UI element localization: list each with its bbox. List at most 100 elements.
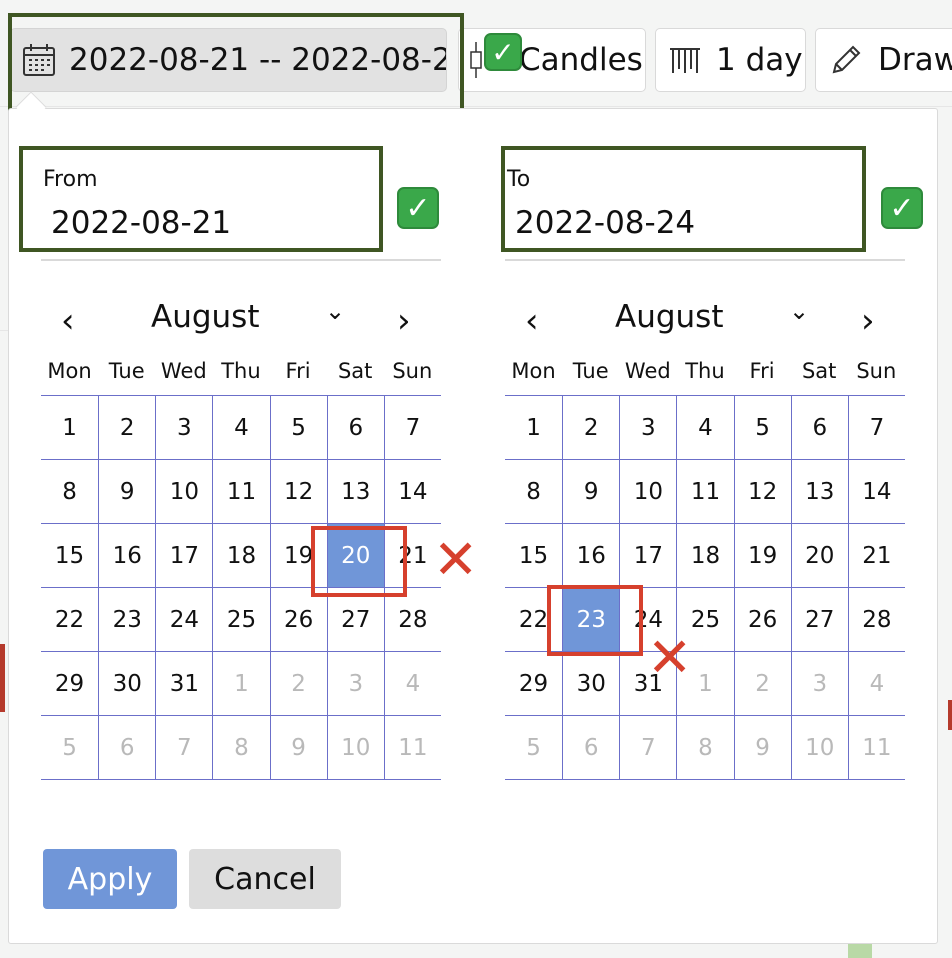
calendar-day[interactable]: 28: [847, 588, 905, 652]
next-month-button[interactable]: ›: [861, 301, 875, 341]
calendar-day[interactable]: 27: [790, 588, 848, 652]
draw-button[interactable]: Draw: [815, 28, 952, 92]
calendar-icon: [23, 44, 55, 76]
calendar-day[interactable]: 9: [269, 716, 327, 780]
calendar-day[interactable]: 23: [562, 588, 620, 652]
calendar-day[interactable]: 22: [41, 588, 99, 652]
calendar-day[interactable]: 19: [269, 524, 327, 588]
calendar-day[interactable]: 2: [562, 396, 620, 460]
calendar-day[interactable]: 8: [505, 460, 563, 524]
calendar-day[interactable]: 9: [733, 716, 791, 780]
calendar-day[interactable]: 3: [155, 396, 213, 460]
calendar-day[interactable]: 11: [212, 460, 270, 524]
calendar-day[interactable]: 5: [269, 396, 327, 460]
calendar-day[interactable]: 20: [326, 524, 384, 588]
calendar-day[interactable]: 16: [98, 524, 156, 588]
calendar-day[interactable]: 5: [733, 396, 791, 460]
calendar-day[interactable]: 14: [847, 460, 905, 524]
calendar-day[interactable]: 18: [676, 524, 734, 588]
calendar-day[interactable]: 28: [383, 588, 441, 652]
calendar-day[interactable]: 10: [326, 716, 384, 780]
calendar-day[interactable]: 1: [212, 652, 270, 716]
calendar-day[interactable]: 25: [212, 588, 270, 652]
calendar-day[interactable]: 4: [847, 652, 905, 716]
to-field[interactable]: To 2022-08-24: [483, 149, 905, 309]
calendar-day[interactable]: 5: [505, 716, 563, 780]
interval-button[interactable]: 1 day: [655, 28, 806, 92]
next-month-button[interactable]: ›: [397, 301, 411, 341]
calendar-day[interactable]: 1: [505, 396, 563, 460]
calendar-day[interactable]: 19: [733, 524, 791, 588]
calendar-day[interactable]: 2: [269, 652, 327, 716]
calendar-day[interactable]: 3: [619, 396, 677, 460]
calendar-day[interactable]: 21: [847, 524, 905, 588]
calendar-day[interactable]: 13: [326, 460, 384, 524]
month-label: August: [615, 299, 724, 335]
calendar-day[interactable]: 10: [790, 716, 848, 780]
calendar-day[interactable]: 7: [383, 396, 441, 460]
calendar-day[interactable]: 2: [98, 396, 156, 460]
calendar-day[interactable]: 2: [733, 652, 791, 716]
calendar-day[interactable]: 7: [619, 716, 677, 780]
calendar-day[interactable]: 11: [847, 716, 905, 780]
calendar-day[interactable]: 11: [676, 460, 734, 524]
prev-month-button[interactable]: ‹: [525, 301, 539, 341]
bars-icon: [670, 48, 700, 73]
chart-gridline: [0, 106, 952, 107]
calendar-day[interactable]: 27: [326, 588, 384, 652]
calendar-day[interactable]: 12: [733, 460, 791, 524]
calendar-day[interactable]: 9: [98, 460, 156, 524]
calendar-day[interactable]: 6: [790, 396, 848, 460]
calendar-day[interactable]: 1: [41, 396, 99, 460]
calendar-day[interactable]: 6: [562, 716, 620, 780]
calendar-day[interactable]: 10: [155, 460, 213, 524]
date-range-button[interactable]: 2022-08-21 -- 2022-08-24: [10, 28, 447, 92]
calendar-day[interactable]: 6: [326, 396, 384, 460]
calendar-day[interactable]: 31: [155, 652, 213, 716]
from-value: 2022-08-21: [51, 205, 232, 241]
calendar-day[interactable]: 30: [98, 652, 156, 716]
calendar-day[interactable]: 16: [562, 524, 620, 588]
calendar-day[interactable]: 17: [619, 524, 677, 588]
calendar-day[interactable]: 4: [212, 396, 270, 460]
calendar-day[interactable]: 15: [41, 524, 99, 588]
chevron-down-icon[interactable]: ⌄: [789, 297, 809, 325]
calendar-day[interactable]: 15: [505, 524, 563, 588]
from-field[interactable]: From 2022-08-21: [19, 149, 441, 309]
cancel-button[interactable]: Cancel: [189, 849, 341, 909]
calendar-day[interactable]: 18: [212, 524, 270, 588]
calendar-day[interactable]: 17: [155, 524, 213, 588]
calendar-day[interactable]: 9: [562, 460, 620, 524]
calendar-day[interactable]: 26: [269, 588, 327, 652]
cross-mark-icon: ✕: [647, 626, 693, 689]
calendar-day[interactable]: 20: [790, 524, 848, 588]
calendar-day[interactable]: 29: [41, 652, 99, 716]
calendar-day[interactable]: 5: [41, 716, 99, 780]
calendar-day[interactable]: 29: [505, 652, 563, 716]
calendar-day[interactable]: 3: [326, 652, 384, 716]
calendar-day[interactable]: 14: [383, 460, 441, 524]
calendar-day[interactable]: 7: [155, 716, 213, 780]
from-underline: [41, 259, 441, 261]
calendar-day[interactable]: 8: [212, 716, 270, 780]
calendar-day[interactable]: 11: [383, 716, 441, 780]
calendar-day[interactable]: 8: [41, 460, 99, 524]
calendar-day[interactable]: 22: [505, 588, 563, 652]
calendar-day[interactable]: 13: [790, 460, 848, 524]
calendar-day[interactable]: 4: [383, 652, 441, 716]
calendar-day[interactable]: 10: [619, 460, 677, 524]
apply-button[interactable]: Apply: [43, 849, 177, 909]
calendar-day[interactable]: 7: [847, 396, 905, 460]
calendar-day[interactable]: 3: [790, 652, 848, 716]
calendar-day[interactable]: 30: [562, 652, 620, 716]
prev-month-button[interactable]: ‹: [61, 301, 75, 341]
calendar-day[interactable]: 6: [98, 716, 156, 780]
chart-type-button[interactable]: ✓ Candles: [458, 28, 646, 92]
calendar-day[interactable]: 4: [676, 396, 734, 460]
calendar-day[interactable]: 23: [98, 588, 156, 652]
calendar-day[interactable]: 12: [269, 460, 327, 524]
calendar-day[interactable]: 24: [155, 588, 213, 652]
calendar-day[interactable]: 26: [733, 588, 791, 652]
chevron-down-icon[interactable]: ⌄: [325, 297, 345, 325]
calendar-day[interactable]: 8: [676, 716, 734, 780]
